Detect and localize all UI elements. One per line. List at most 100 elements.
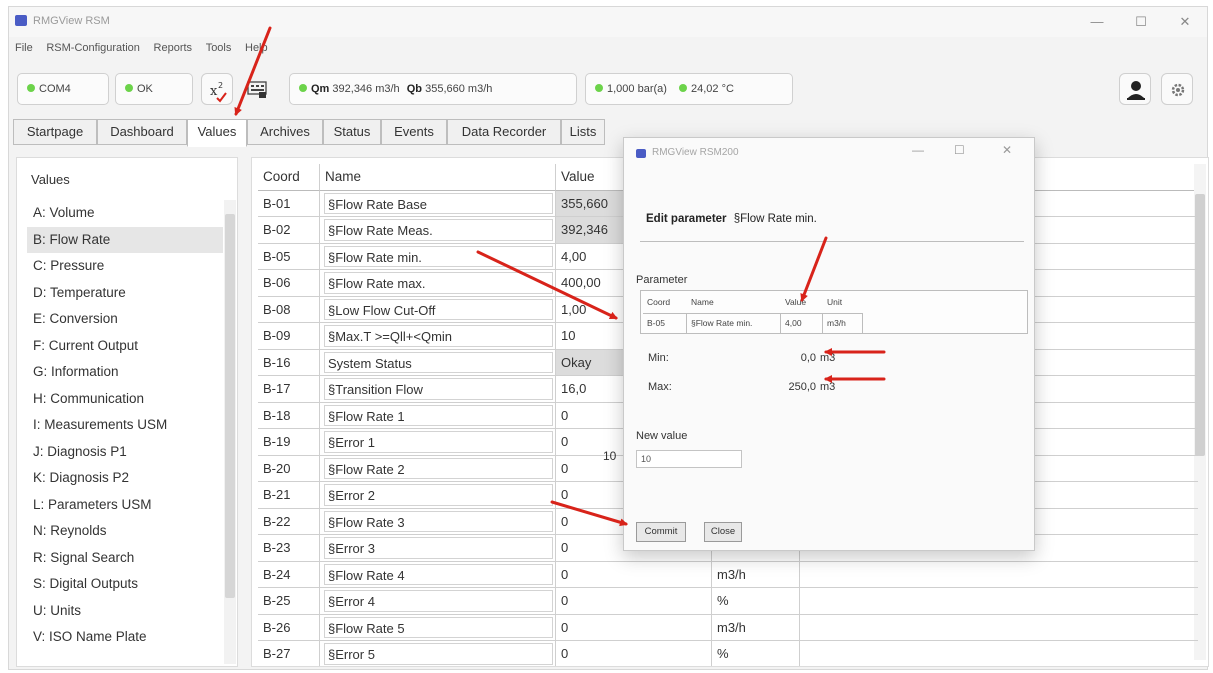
cell-name[interactable]: §Error 5 [320, 641, 556, 666]
category-item[interactable]: K: Diagnosis P2 [27, 465, 223, 492]
category-item[interactable]: S: Digital Outputs [27, 571, 223, 598]
category-item[interactable]: E: Conversion [27, 306, 223, 333]
cell-coord[interactable]: B-23 [258, 535, 320, 562]
tab-startpage[interactable]: Startpage [13, 119, 97, 145]
function-button[interactable]: x 2 [201, 73, 233, 105]
cell-name[interactable]: §Flow Rate max. [320, 270, 556, 297]
cell-coord[interactable]: B-21 [258, 482, 320, 509]
cell-unit[interactable]: m3/h [712, 561, 800, 588]
tab-data-recorder[interactable]: Data Recorder [447, 119, 561, 145]
table-row[interactable]: B-27 §Error 5 0% [258, 641, 1198, 666]
dialog-close-icon[interactable]: ✕ [1002, 143, 1012, 157]
category-item[interactable]: A: Volume [27, 200, 223, 227]
menu-tools[interactable]: Tools [201, 40, 237, 56]
cell-name[interactable]: §Flow Rate 1 [320, 402, 556, 429]
new-value-input[interactable]: 10 [636, 450, 742, 468]
cell-coord[interactable]: B-22 [258, 508, 320, 535]
commit-button[interactable]: Commit [636, 522, 686, 542]
cell-name[interactable]: §Error 2 [320, 482, 556, 509]
category-scrollbar[interactable] [224, 200, 236, 664]
category-item[interactable]: R: Signal Search [27, 545, 223, 572]
table-row[interactable]: B-25 §Error 4 0% [258, 588, 1198, 615]
dialog-minimize-button[interactable]: — [912, 143, 924, 157]
settings-button[interactable] [1161, 73, 1193, 105]
tab-dashboard[interactable]: Dashboard [97, 119, 187, 145]
cell-name[interactable]: §Flow Rate Meas. [320, 217, 556, 244]
cell-coord[interactable]: B-25 [258, 588, 320, 615]
tab-lists[interactable]: Lists [561, 119, 605, 145]
cell-coord[interactable]: B-24 [258, 561, 320, 588]
category-item[interactable]: F: Current Output [27, 333, 223, 360]
cell-name[interactable]: §Flow Rate Base [320, 190, 556, 217]
table-row[interactable]: B-26 §Flow Rate 5 0 m3/h [258, 614, 1198, 641]
cell-unit[interactable]: % [712, 641, 800, 666]
cell-name[interactable]: §Error 3 [320, 535, 556, 562]
cell-coord[interactable]: B-17 [258, 376, 320, 403]
category-item[interactable]: G: Information [27, 359, 223, 386]
cell-value[interactable]: 0 [556, 614, 712, 641]
category-item[interactable]: L: Parameters USM [27, 492, 223, 519]
cell-coord[interactable]: B-01 [258, 190, 320, 217]
cell-unit[interactable]: % [712, 588, 800, 615]
cell-name[interactable]: System Status [320, 349, 556, 376]
cell-coord[interactable]: B-09 [258, 323, 320, 350]
close-dialog-button[interactable]: Close [704, 522, 742, 542]
header-name[interactable]: Name [320, 164, 556, 191]
cell-coord[interactable]: B-18 [258, 402, 320, 429]
cell-name[interactable]: §Error 1 [320, 429, 556, 456]
user-button[interactable] [1119, 73, 1151, 105]
category-item[interactable]: D: Temperature [27, 280, 223, 307]
menu-file[interactable]: File [9, 40, 38, 56]
tab-values[interactable]: Values [187, 119, 247, 147]
table-row[interactable]: B-24 §Flow Rate 4 0 m3/h [258, 561, 1198, 588]
category-item[interactable]: U: Units [27, 598, 223, 625]
menu-help[interactable]: Help [240, 40, 273, 56]
close-button[interactable]: ✕ [1171, 13, 1199, 31]
minimize-button[interactable]: — [1083, 13, 1111, 31]
cell-coord[interactable]: B-19 [258, 429, 320, 456]
category-item[interactable]: N: Reynolds [27, 518, 223, 545]
cell-name[interactable]: §Max.T >=Qll+<Qmin [320, 323, 556, 350]
category-item[interactable]: H: Communication [27, 386, 223, 413]
menu-reports[interactable]: Reports [149, 40, 198, 56]
category-item[interactable]: I: Measurements USM [27, 412, 223, 439]
connection-status[interactable]: OK [115, 73, 193, 105]
parameter-table-row[interactable]: B-05 §Flow Rate min. 4,00 m3/h [641, 313, 1027, 333]
category-item[interactable]: C: Pressure [27, 253, 223, 280]
category-item[interactable]: B: Flow Rate [27, 226, 223, 253]
keyboard-button[interactable] [241, 73, 273, 105]
cell-coord[interactable]: B-16 [258, 349, 320, 376]
header-coord[interactable]: Coord [258, 164, 320, 191]
status-dot-icon [595, 84, 603, 93]
cell-coord[interactable]: B-08 [258, 296, 320, 323]
menu-rsm-configuration[interactable]: RSM-Configuration [41, 40, 145, 56]
cell-name[interactable]: §Transition Flow [320, 376, 556, 403]
tab-archives[interactable]: Archives [247, 119, 323, 145]
category-scrollbar-thumb[interactable] [225, 214, 235, 598]
cell-coord[interactable]: B-06 [258, 270, 320, 297]
cell-name[interactable]: §Flow Rate 4 [320, 561, 556, 588]
category-item[interactable]: J: Diagnosis P1 [27, 439, 223, 466]
cell-value[interactable]: 0 [556, 588, 712, 615]
maximize-button[interactable]: ☐ [1127, 13, 1155, 31]
cell-coord[interactable]: B-02 [258, 217, 320, 244]
tab-events[interactable]: Events [381, 119, 447, 145]
port-indicator[interactable]: COM4 [17, 73, 109, 105]
cell-name[interactable]: §Flow Rate 5 [320, 614, 556, 641]
dialog-maximize-button[interactable]: ☐ [954, 143, 965, 157]
cell-name[interactable]: §Flow Rate min. [320, 243, 556, 270]
category-item[interactable]: V: ISO Name Plate [27, 624, 223, 651]
cell-name[interactable]: §Flow Rate 2 [320, 455, 556, 482]
cell-unit[interactable]: m3/h [712, 614, 800, 641]
cell-value[interactable]: 0 [556, 561, 712, 588]
cell-coord[interactable]: B-05 [258, 243, 320, 270]
tab-status[interactable]: Status [323, 119, 381, 145]
cell-filler [800, 641, 1198, 666]
cell-coord[interactable]: B-26 [258, 614, 320, 641]
cell-name[interactable]: §Error 4 [320, 588, 556, 615]
cell-name[interactable]: §Flow Rate 3 [320, 508, 556, 535]
cell-value[interactable]: 0 [556, 641, 712, 666]
cell-name[interactable]: §Low Flow Cut-Off [320, 296, 556, 323]
cell-coord[interactable]: B-20 [258, 455, 320, 482]
cell-coord[interactable]: B-27 [258, 641, 320, 666]
